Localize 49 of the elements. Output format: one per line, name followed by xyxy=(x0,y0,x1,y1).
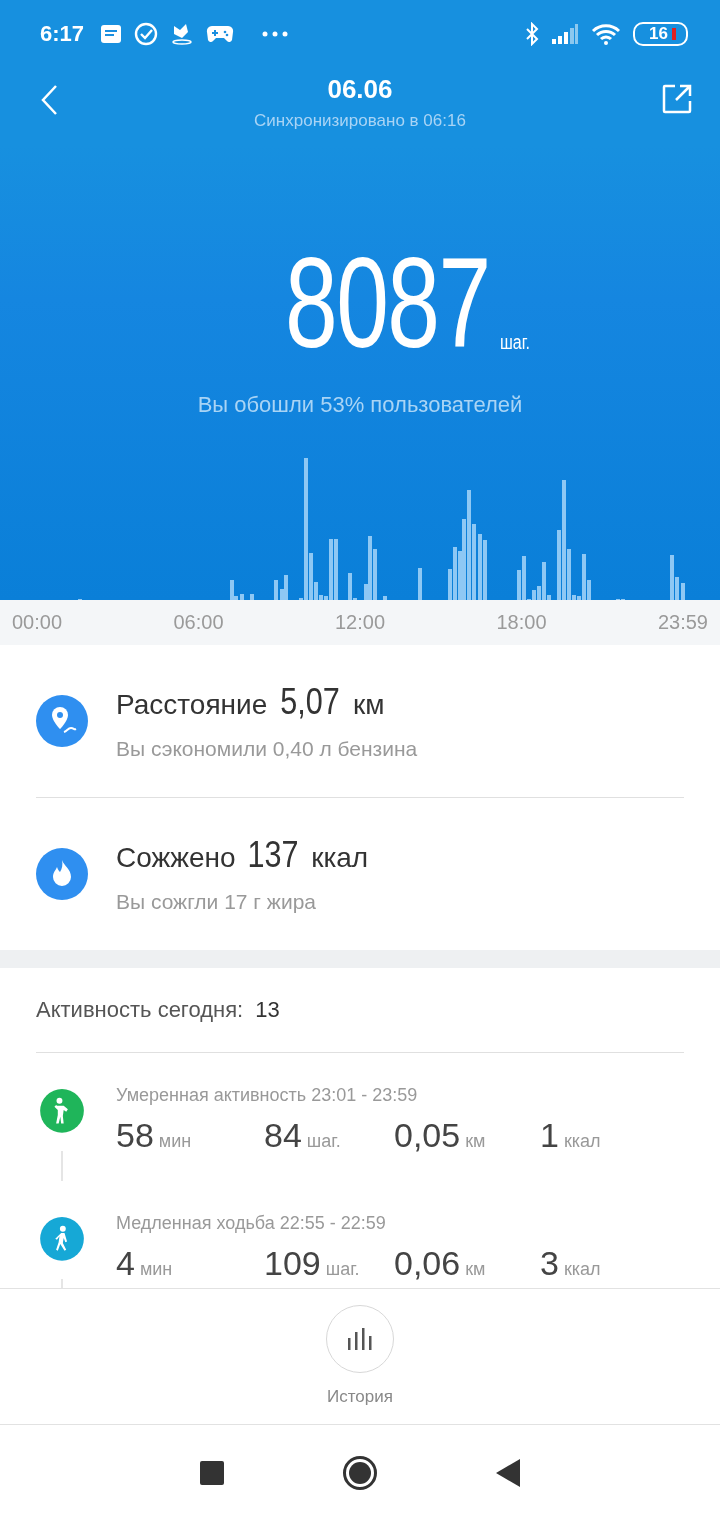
step-bar xyxy=(383,596,387,600)
step-unit: шаг. xyxy=(499,331,530,354)
activity-metric: 58 мин xyxy=(116,1116,193,1155)
step-bar xyxy=(681,583,685,600)
share-icon xyxy=(662,84,692,114)
axis-label: 06:00 xyxy=(173,611,224,634)
step-bar xyxy=(240,594,244,600)
more-notifications-icon xyxy=(262,31,289,37)
stat-note: Вы сэкономили 0,40 л бензина xyxy=(116,737,418,761)
check-circle-icon xyxy=(134,22,159,46)
activity-title: Медленная ходьба 22:55 - 22:59 xyxy=(116,1213,387,1234)
axis-label: 18:00 xyxy=(496,611,547,634)
sync-status: Синхронизировано в 06:16 xyxy=(254,111,466,131)
date-title: 06.06 xyxy=(327,74,393,105)
activity-metric: 109 шаг. xyxy=(264,1244,361,1283)
step-bar xyxy=(274,580,278,600)
step-bar xyxy=(418,568,422,600)
location-pin-icon xyxy=(36,695,88,747)
activity-metric: 0,05 км xyxy=(394,1116,487,1155)
signal-icon xyxy=(551,24,580,44)
gamepad-icon xyxy=(206,24,235,44)
step-count: 8087 xyxy=(284,244,490,362)
bluetooth-icon xyxy=(525,22,540,46)
back-icon xyxy=(40,84,58,116)
flame-icon xyxy=(36,848,88,900)
comparison-text: Вы обошли 53% пользователей xyxy=(197,392,523,418)
recent-apps-icon[interactable] xyxy=(200,1460,224,1485)
step-bar xyxy=(250,594,254,600)
activity-count: 13 xyxy=(255,997,280,1023)
back-nav-icon[interactable] xyxy=(496,1458,520,1487)
activity-label: Активность сегодня: xyxy=(36,997,244,1023)
wifi-icon xyxy=(591,23,622,45)
activity-metric: 84 шаг. xyxy=(264,1116,342,1155)
stat-note: Вы сожгли 17 г жира xyxy=(116,890,317,914)
home-icon[interactable] xyxy=(342,1454,378,1491)
stat-value: Сожжено 137 ккал xyxy=(116,834,369,876)
stat-value: Расстояние 5,07 км xyxy=(116,681,386,723)
axis-label: 23:59 xyxy=(657,611,708,634)
activity-metric: 3 ккал xyxy=(540,1244,602,1283)
activity-metric: 4 мин xyxy=(116,1244,174,1283)
notification-icon xyxy=(100,24,123,44)
axis-label: 12:00 xyxy=(334,611,386,634)
battery-indicator: 16 xyxy=(633,22,688,46)
activity-title: Умеренная активность 23:01 - 23:59 xyxy=(116,1085,419,1106)
axis-label: 00:00 xyxy=(12,611,63,634)
status-time: 6:17 xyxy=(40,21,85,47)
activity-metric: 1 ккал xyxy=(540,1116,602,1155)
activity-metric: 0,06 км xyxy=(394,1244,487,1283)
bar-chart-icon xyxy=(346,1328,374,1350)
